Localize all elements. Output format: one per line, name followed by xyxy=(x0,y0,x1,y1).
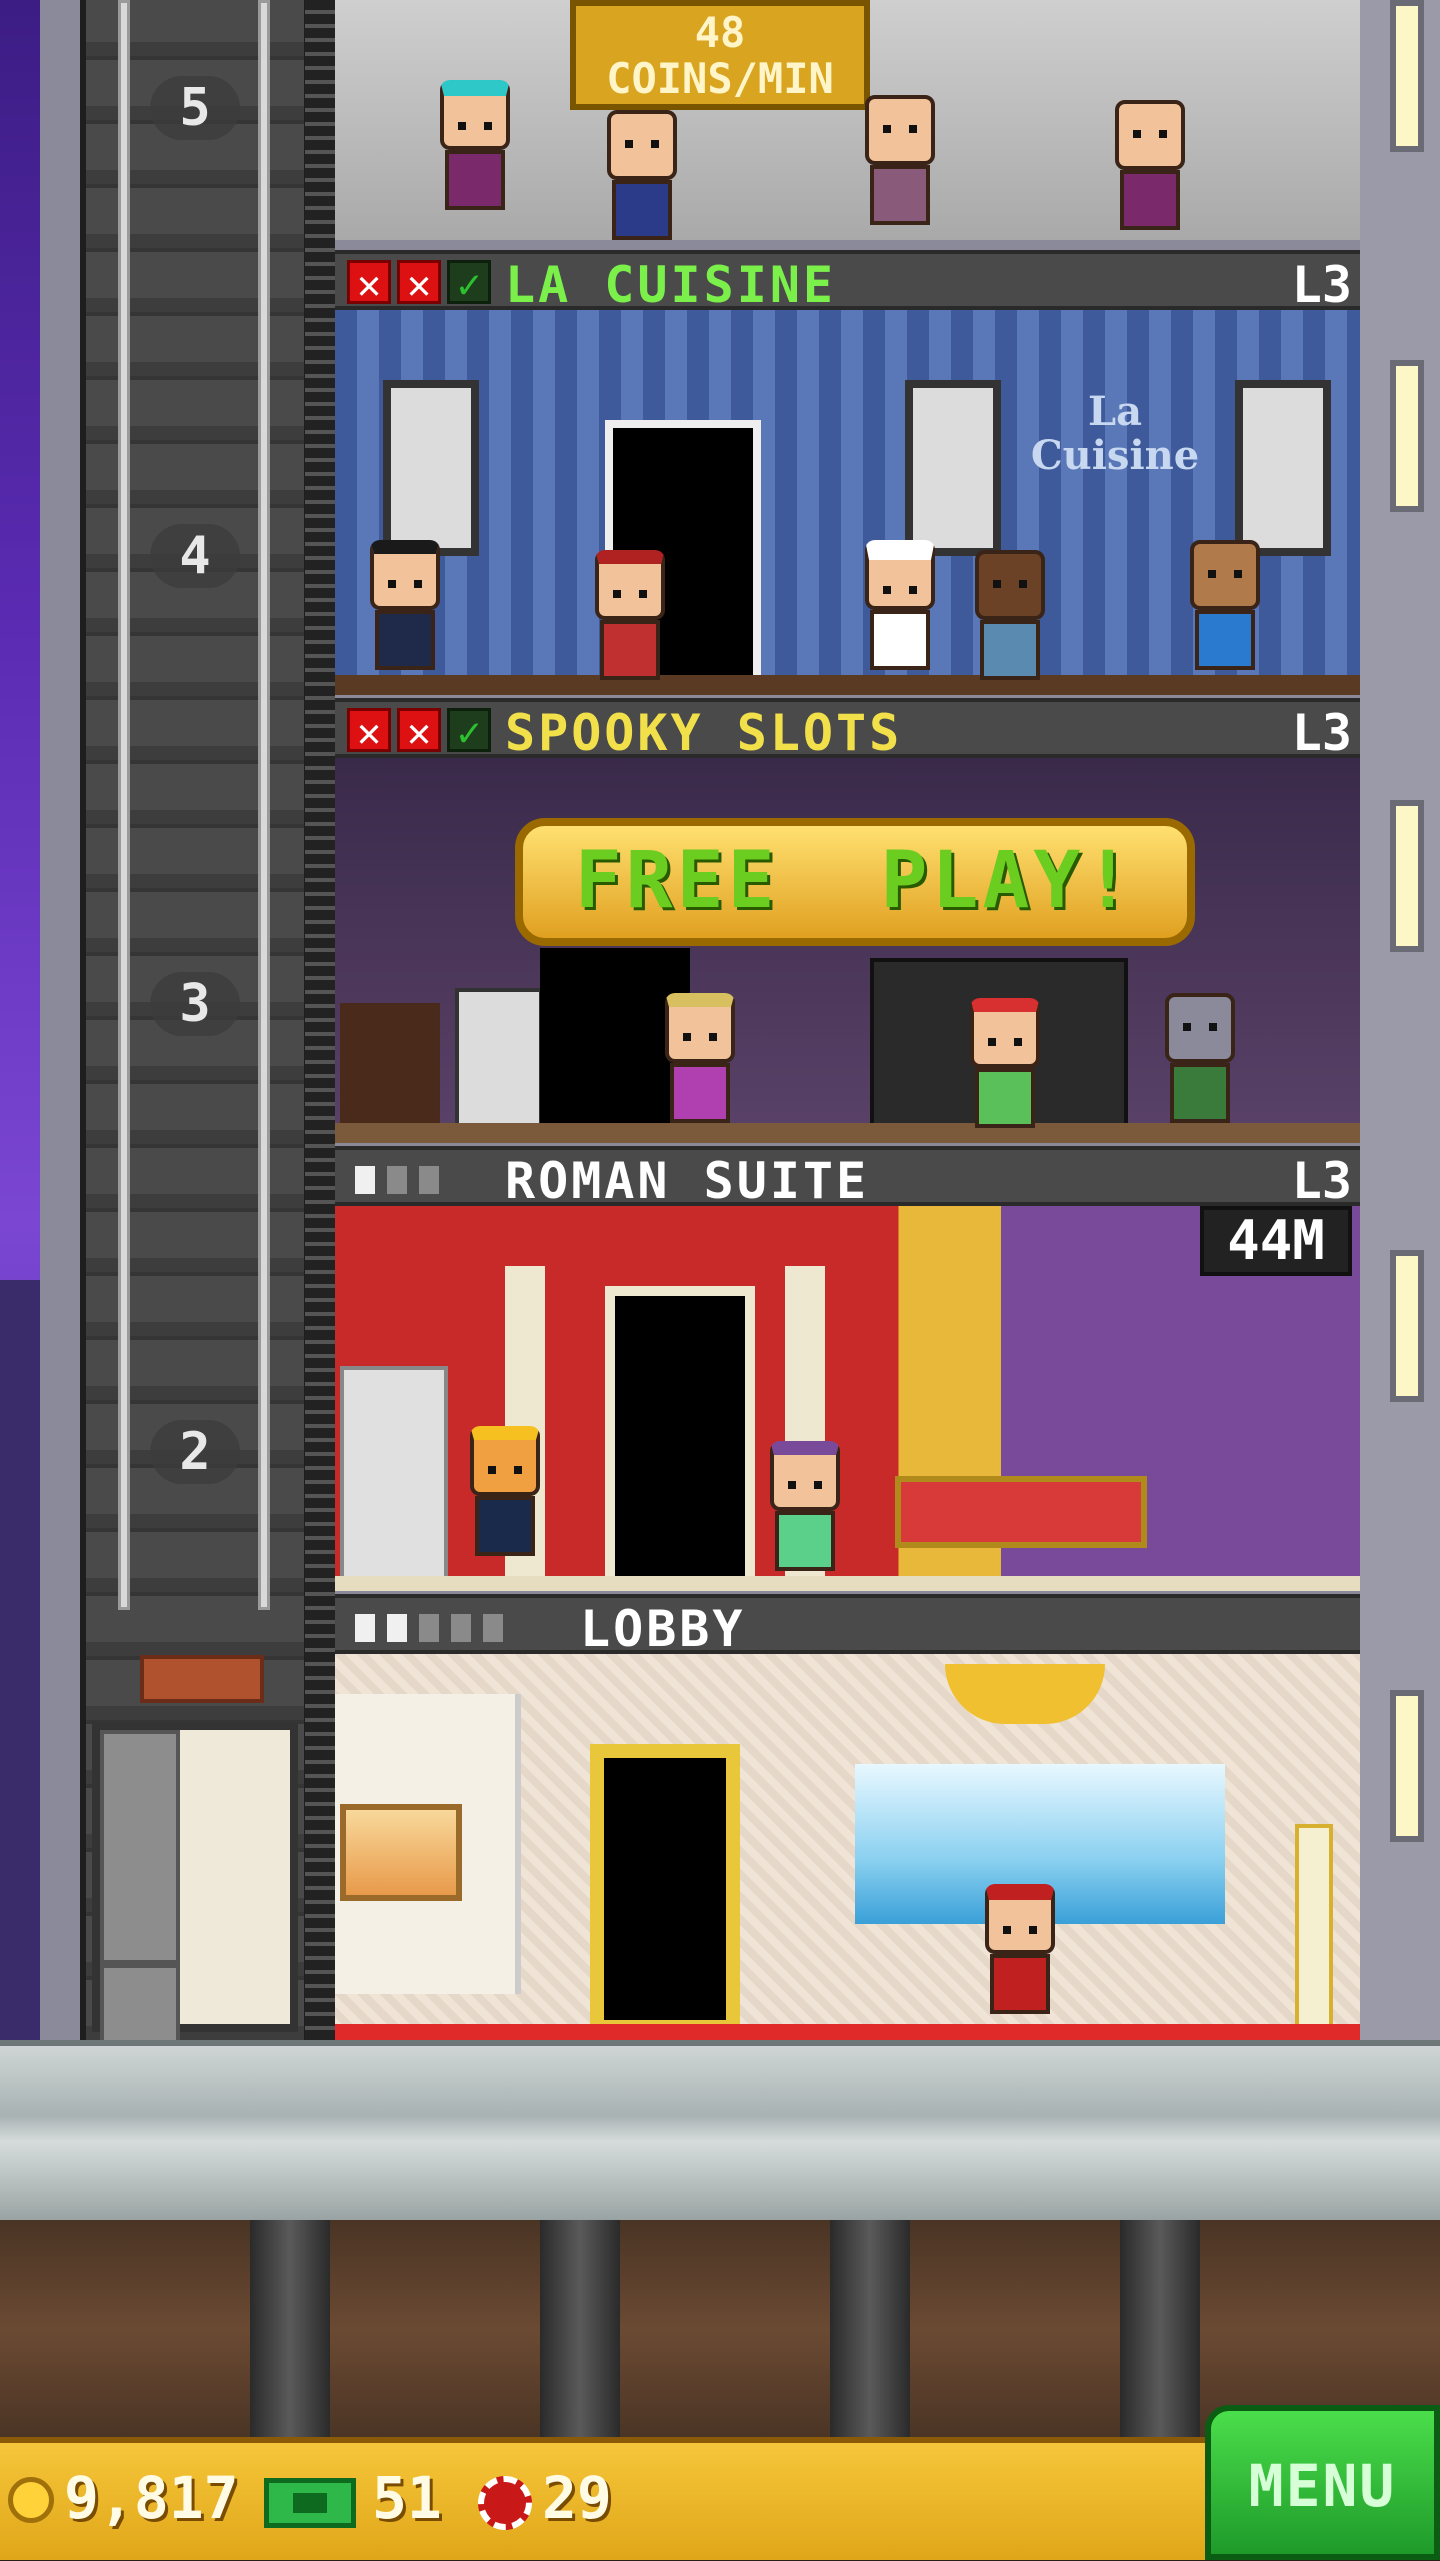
occupant-icon xyxy=(355,1166,375,1194)
floor-header-la-cuisine[interactable]: ✕ ✕ ✓ LA CUISINE L3 xyxy=(335,250,1360,314)
wall-painting xyxy=(1235,380,1331,556)
zombie[interactable] xyxy=(1165,993,1235,1123)
floor-level: L3 xyxy=(1291,704,1352,762)
bellhop[interactable] xyxy=(985,1884,1055,2014)
bux-icon xyxy=(264,2478,356,2528)
occupant-icon xyxy=(387,1166,407,1194)
floor-boards xyxy=(335,1123,1360,1143)
floor-4-room[interactable]: La Cuisine xyxy=(335,310,1360,695)
chips-count: 29 xyxy=(542,2464,612,2532)
chaise-lounge xyxy=(895,1476,1147,1548)
free-play-button[interactable]: FREE PLAY! xyxy=(515,818,1195,946)
window-light xyxy=(1390,360,1424,512)
bitizen[interactable] xyxy=(595,550,665,680)
bitizen[interactable] xyxy=(607,110,677,240)
slot-machine xyxy=(455,988,543,1141)
occupant-icon xyxy=(419,1614,439,1642)
floor-number-4: 4 xyxy=(150,524,240,588)
chef[interactable] xyxy=(865,540,935,670)
stock-empty-icon: ✕ xyxy=(347,708,391,755)
window-light xyxy=(1390,800,1424,952)
floor-number-5: 5 xyxy=(150,76,240,140)
support-pillar xyxy=(830,2220,910,2440)
candle-table xyxy=(340,1003,440,1133)
elevator-rail-right xyxy=(258,0,270,1610)
red-carpet xyxy=(335,2024,1360,2040)
occupant-icon xyxy=(419,1166,439,1194)
floor-level: L3 xyxy=(1291,256,1352,314)
support-pillar xyxy=(540,2220,620,2440)
lobby-doorway xyxy=(590,1744,740,2034)
floor-2-room[interactable]: 44M xyxy=(335,1206,1360,1591)
floor-boards xyxy=(335,675,1360,695)
floor-header-roman-suite[interactable]: ROMAN SUITE L3 xyxy=(335,1146,1360,1210)
floor-name: LOBBY xyxy=(580,1600,746,1658)
bitizen[interactable] xyxy=(975,550,1045,680)
stock-empty-icon: ✕ xyxy=(397,708,441,755)
elevator-rail-left xyxy=(118,0,130,1610)
occupant-icon xyxy=(387,1614,407,1642)
bitizen[interactable] xyxy=(770,1441,840,1571)
stock-ok-icon: ✓ xyxy=(447,260,491,307)
bitizen[interactable] xyxy=(370,540,440,670)
wall-painting xyxy=(905,380,1001,556)
occupant-icon xyxy=(355,1614,375,1642)
floor-name: ROMAN SUITE xyxy=(505,1152,870,1210)
statue xyxy=(340,1366,448,1584)
support-pillar xyxy=(250,2220,330,2440)
bitizen[interactable] xyxy=(1190,540,1260,670)
coins-count: 9,817 xyxy=(64,2464,239,2532)
elevator-door-left xyxy=(100,1730,180,1964)
city-silhouette xyxy=(0,1280,40,2040)
floor-name: SPOOKY SLOTS xyxy=(505,704,903,762)
stock-ok-icon: ✓ xyxy=(447,708,491,755)
bitizen[interactable] xyxy=(470,1426,540,1556)
lobby-room[interactable] xyxy=(335,1654,1360,2040)
occupant-icon xyxy=(451,1614,471,1642)
floor-header-lobby[interactable]: LOBBY xyxy=(335,1594,1360,1658)
bitizen[interactable] xyxy=(665,993,735,1123)
coins-per-min-banner[interactable]: 48 COINS/MIN xyxy=(570,0,870,110)
floor-3-room[interactable]: FREE PLAY! xyxy=(335,758,1360,1143)
bitizen[interactable] xyxy=(865,95,935,225)
floor-lamp xyxy=(1295,1824,1333,2032)
suite-doorway xyxy=(605,1286,755,1591)
floor-level: L3 xyxy=(1291,1152,1352,1210)
support-pillar xyxy=(1120,2220,1200,2440)
chandelier xyxy=(945,1664,1105,1724)
elevator-counterweight xyxy=(140,1655,264,1703)
chip-icon xyxy=(478,2476,532,2530)
stock-empty-icon: ✕ xyxy=(397,260,441,307)
floor-number-2: 2 xyxy=(150,1420,240,1484)
floor-5-room[interactable]: 48 COINS/MIN xyxy=(335,0,1360,240)
window-light xyxy=(1390,1250,1424,1402)
stock-empty-icon: ✕ xyxy=(347,260,391,307)
occupant-icon xyxy=(483,1614,503,1642)
elevator-cable xyxy=(305,0,335,2040)
bitizen[interactable] xyxy=(440,80,510,210)
elevator-car[interactable] xyxy=(92,1722,298,2198)
bitizen[interactable] xyxy=(1115,100,1185,230)
bux-count: 51 xyxy=(372,2464,442,2532)
ground-slab xyxy=(0,2040,1440,2220)
window-light xyxy=(1390,1690,1424,1842)
floor-name: LA CUISINE xyxy=(505,256,837,314)
sunset-painting xyxy=(340,1804,462,1901)
coin-icon xyxy=(8,2477,54,2523)
menu-button[interactable]: MENU xyxy=(1205,2405,1440,2560)
floor-number-3: 3 xyxy=(150,972,240,1036)
floor-header-spooky-slots[interactable]: ✕ ✕ ✓ SPOOKY SLOTS L3 xyxy=(335,698,1360,762)
rent-timer[interactable]: 44M xyxy=(1200,1206,1352,1276)
bitizen[interactable] xyxy=(970,998,1040,1128)
floor-boards xyxy=(335,1576,1360,1591)
window-light xyxy=(1390,0,1424,152)
la-cuisine-sign: La Cuisine xyxy=(1030,388,1200,479)
wall-painting xyxy=(383,380,479,556)
